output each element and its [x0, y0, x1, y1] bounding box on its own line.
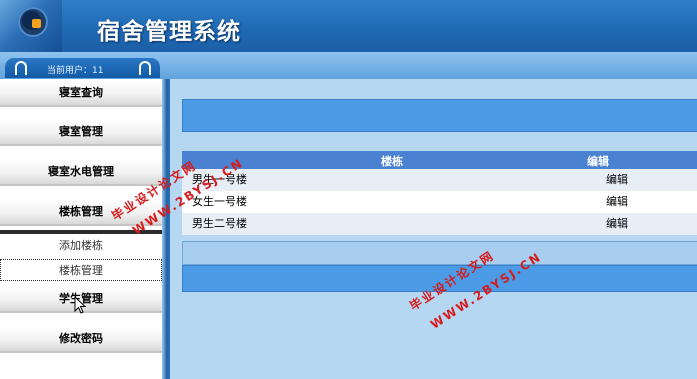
menu-label: 寝室查询 — [59, 86, 103, 99]
logo-dot-icon — [32, 19, 41, 28]
panel-title-bar — [182, 99, 697, 132]
menu-utilities-manage[interactable]: 寝室水电管理 — [0, 159, 162, 186]
logo — [0, 0, 62, 52]
menu-label: 楼栋管理 — [59, 205, 103, 218]
edit-link[interactable]: 编辑 — [606, 169, 628, 191]
table-row: 男生二号楼 编辑 — [182, 213, 697, 235]
menu-label: 寝室管理 — [59, 125, 103, 138]
submenu-building-manage[interactable]: 楼栋管理 — [0, 259, 162, 281]
edit-link[interactable]: 编辑 — [606, 191, 628, 213]
table-row: 女生一号楼 编辑 — [182, 191, 697, 213]
submenu-add-building[interactable]: 添加楼栋 — [0, 235, 162, 257]
menu-change-password[interactable]: 修改密码 — [0, 326, 162, 353]
tab-hook-left-icon — [15, 61, 27, 75]
building-name: 男生二号楼 — [192, 217, 247, 230]
menu-label: 修改密码 — [59, 332, 103, 345]
table-row: 男生一号楼 编辑 — [182, 169, 697, 191]
table-header: 楼栋 编辑 — [182, 151, 697, 169]
submenu-label: 添加楼栋 — [59, 239, 103, 252]
logo-circle-icon — [18, 7, 48, 37]
panel-footer-gap — [182, 241, 697, 265]
menu-label: 寝室水电管理 — [48, 165, 114, 178]
main-content: 楼栋 编辑 男生一号楼 编辑 女生一号楼 编辑 男生二号楼 编辑 — [170, 79, 697, 379]
submenu-label: 楼栋管理 — [59, 264, 103, 277]
app-title: 宿舍管理系统 — [97, 18, 241, 45]
sidebar-separator — [162, 79, 170, 379]
current-user-tab: 当前用户：11 — [5, 58, 160, 78]
app-header: 宿舍管理系统 — [0, 0, 697, 58]
tab-hook-right-icon — [139, 61, 151, 75]
column-header-edit: 编辑 — [587, 155, 609, 168]
menu-room-manage[interactable]: 寝室管理 — [0, 119, 162, 146]
current-user-label: 当前用户：11 — [47, 66, 104, 76]
mouse-cursor-icon — [74, 296, 87, 314]
menu-room-query[interactable]: 寝室查询 — [0, 80, 162, 107]
edit-link[interactable]: 编辑 — [606, 213, 628, 235]
